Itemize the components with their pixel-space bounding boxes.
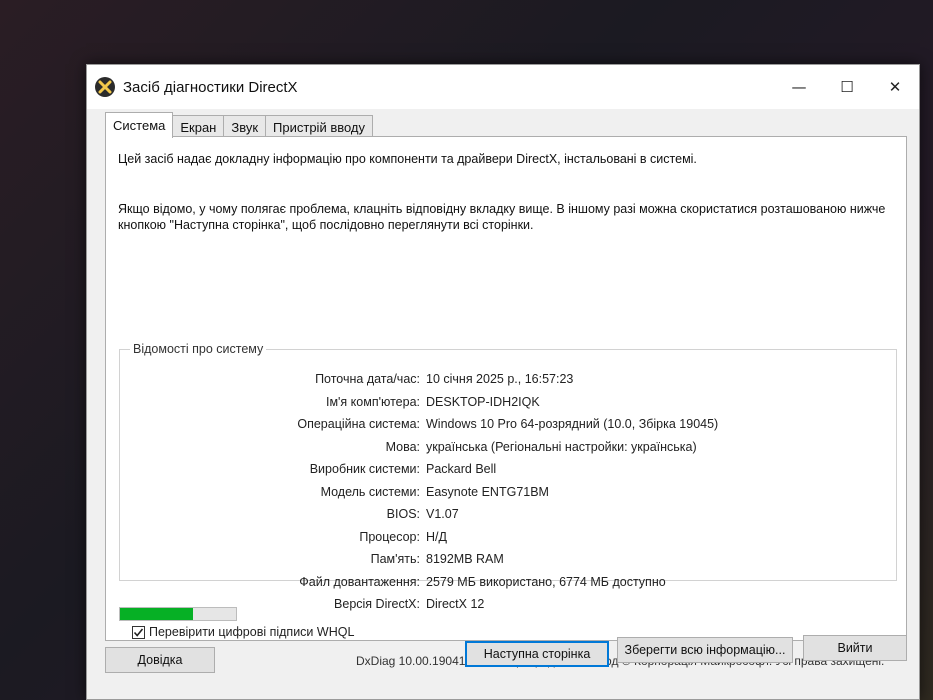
directx-app-icon [95,77,115,97]
info-row-page-file: Файл довантаження: 2579 МБ використано, … [120,575,896,593]
tab-display[interactable]: Екран [172,115,225,137]
progress-bar [119,607,237,621]
info-row-language: Мова: українська (Регіональні настройки:… [120,440,896,458]
dxdiag-window: Засіб діагностики DirectX — ☐ ✕ Система … [86,64,920,700]
info-value: Packard Bell [426,462,497,476]
window-controls: — ☐ ✕ [775,65,919,109]
info-label: Поточна дата/час: [315,372,420,386]
info-label: Модель системи: [320,484,420,499]
info-value: Easynote ENTG71BM [426,484,549,499]
info-value: Windows 10 Pro 64-розрядний (10.0, Збірк… [426,417,719,431]
info-value: 8192MB RAM [426,552,504,566]
help-button[interactable]: Довідка [105,647,215,673]
maximize-button[interactable]: ☐ [823,65,871,109]
info-value: DirectX 12 [426,597,485,611]
whql-checkbox-row[interactable]: Перевірити цифрові підписи WHQL [132,625,354,639]
save-all-info-button[interactable]: Зберегти всю інформацію... [617,637,793,663]
tab-input[interactable]: Пристрій вводу [265,115,374,137]
info-value: DESKTOP-IDH2IQK [426,394,540,409]
info-label: Виробник системи: [309,462,420,476]
info-row-processor: Процесор: Н/Д [120,530,896,548]
system-info-legend: Відомості про систему [130,342,267,356]
info-label: Операційна система: [297,417,420,431]
intro-hint-text: Якщо відомо, у чому полягає проблема, кл… [118,202,886,232]
info-label: Пам'ять: [370,552,420,566]
whql-checkbox[interactable] [132,625,145,639]
info-label: Ім'я комп'ютера: [325,394,420,409]
info-row-os: Операційна система: Windows 10 Pro 64-ро… [120,417,896,435]
info-label: BIOS: [386,507,420,521]
system-tab-panel: Цей засіб надає докладну інформацію про … [105,136,907,668]
info-row-manufacturer: Виробник системи: Packard Bell [120,462,896,480]
info-row-bios: BIOS: V1.07 [120,507,896,525]
info-value: 2579 МБ використано, 6774 МБ доступно [426,574,666,589]
info-value: 10 січня 2025 р., 16:57:23 [426,372,574,386]
next-page-button[interactable]: Наступна сторінка [465,641,609,667]
info-label: Файл довантаження: [299,574,420,589]
window-title: Засіб діагностики DirectX [123,78,298,96]
whql-label[interactable]: Перевірити цифрові підписи WHQL [149,625,354,639]
info-label: Версія DirectX: [334,597,420,611]
minimize-button[interactable]: — [775,65,823,109]
info-value: українська (Регіональні настройки: украї… [426,439,697,454]
progress-fill [120,608,194,620]
close-button[interactable]: ✕ [871,65,919,109]
title-bar[interactable]: Засіб діагностики DirectX — ☐ ✕ [87,65,919,109]
info-row-model: Модель системи: Easynote ENTG71BM [120,485,896,503]
tab-sound[interactable]: Звук [223,115,267,137]
info-row-computer-name: Ім'я комп'ютера: DESKTOP-IDH2IQK [120,395,896,413]
info-value: Н/Д [426,529,447,544]
info-label: Мова: [385,439,420,454]
info-row-datetime: Поточна дата/час: 10 січня 2025 р., 16:5… [120,372,896,390]
tab-system[interactable]: Система [105,112,174,138]
system-info-group: Відомості про систему Поточна дата/час: … [119,342,897,611]
info-row-memory: Пам'ять: 8192MB RAM [120,552,896,570]
info-label: Процесор: [359,529,420,544]
tab-bar: Система Екран Звук Пристрій вводу [105,112,374,138]
exit-button[interactable]: Вийти [803,635,907,661]
info-value: V1.07 [426,507,459,521]
intro-text: Цей засіб надає докладну інформацію про … [118,152,697,166]
checkmark-icon [133,627,144,637]
